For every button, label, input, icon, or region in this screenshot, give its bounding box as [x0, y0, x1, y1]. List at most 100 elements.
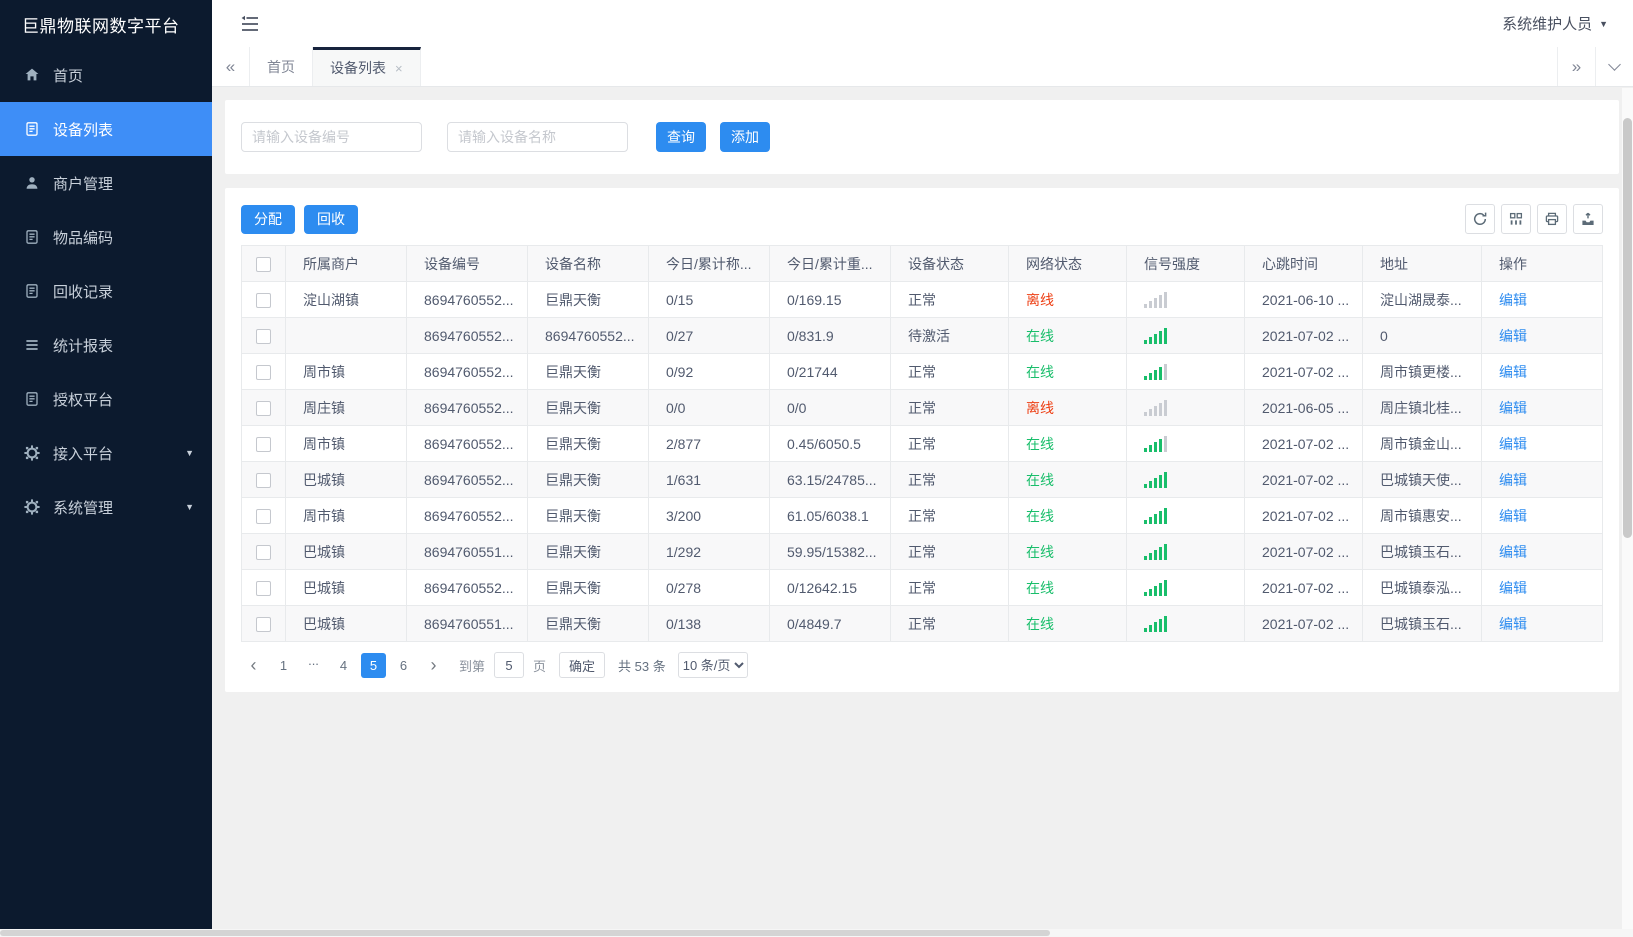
page-button-1[interactable]: 1 [271, 653, 296, 678]
prev-page-button[interactable]: ‹ [241, 653, 266, 678]
user-menu[interactable]: 系统维护人员 ▼ [1502, 13, 1608, 34]
query-button[interactable]: 查询 [656, 122, 706, 152]
doc-icon [23, 391, 40, 408]
column-header: 操作 [1481, 245, 1603, 282]
edit-link[interactable]: 编辑 [1499, 580, 1527, 596]
page-button-5[interactable]: 5 [361, 652, 386, 678]
page-button-4[interactable]: 4 [331, 653, 356, 678]
signal-bar [1164, 615, 1167, 632]
cell-heartbeat: 2021-06-10 ... [1244, 281, 1363, 318]
goto-page-input[interactable] [494, 652, 525, 678]
cell-today-weight: 0/0 [769, 389, 891, 426]
edit-link[interactable]: 编辑 [1499, 508, 1527, 524]
signal-bar [1149, 624, 1152, 632]
cell-device-no: 8694760551... [406, 533, 528, 570]
device-no-input[interactable] [241, 122, 422, 152]
sidebar-item-recycle-records[interactable]: 回收记录 [0, 264, 212, 318]
row-checkbox[interactable] [256, 328, 271, 344]
chevron-down-icon: ▼ [185, 448, 194, 458]
device-name-input[interactable] [447, 122, 628, 152]
recycle-button[interactable]: 回收 [304, 204, 358, 234]
signal-bar [1164, 363, 1167, 380]
page-content: 查询 添加 分配 回收 所属商户设备编号设备名称今日/累计称...今日/累计重.… [212, 87, 1633, 937]
cell-address: 周市镇惠安... [1362, 497, 1482, 534]
tabs-scroll-right-button[interactable]: » [1557, 47, 1595, 86]
tabs-scroll-left-button[interactable]: « [212, 47, 250, 86]
row-checkbox-cell [241, 425, 286, 462]
cell-today-count: 1/292 [648, 533, 770, 570]
export-icon [1580, 211, 1596, 227]
cell-today-count: 0/278 [648, 569, 770, 606]
row-checkbox[interactable] [256, 292, 271, 308]
edit-link[interactable]: 编辑 [1499, 400, 1527, 416]
sidebar-item-auth-platform[interactable]: 授权平台 [0, 372, 212, 426]
assign-button[interactable]: 分配 [241, 204, 295, 234]
vertical-scrollbar[interactable] [1622, 88, 1633, 929]
edit-link[interactable]: 编辑 [1499, 472, 1527, 488]
sidebar-item-label: 商户管理 [53, 175, 114, 193]
row-checkbox[interactable] [256, 580, 271, 596]
columns-button[interactable] [1501, 204, 1531, 234]
edit-link[interactable]: 编辑 [1499, 364, 1527, 380]
refresh-icon [1472, 211, 1488, 227]
sidebar-item-system[interactable]: 系统管理 ▼ [0, 480, 212, 534]
row-checkbox[interactable] [256, 400, 271, 416]
user-name: 系统维护人员 [1502, 16, 1593, 33]
page-button-6[interactable]: 6 [391, 653, 416, 678]
tabs-menu-button[interactable] [1595, 47, 1633, 86]
horizontal-scrollbar-thumb[interactable] [0, 930, 1050, 936]
select-all-checkbox[interactable] [256, 256, 271, 272]
tab-devices[interactable]: 设备列表 × [313, 47, 421, 86]
confirm-button[interactable]: 确定 [559, 652, 606, 678]
cell-today-weight: 0/169.15 [769, 281, 891, 318]
cell-device-no: 8694760552... [406, 389, 528, 426]
cell-today-count: 0/0 [648, 389, 770, 426]
cell-merchant: 周市镇 [285, 497, 407, 534]
cell-signal [1126, 533, 1245, 570]
print-button[interactable] [1537, 204, 1567, 234]
refresh-button[interactable] [1465, 204, 1495, 234]
tab-home[interactable]: 首页 [250, 47, 313, 86]
cell-device-no: 8694760552... [406, 317, 528, 354]
sidebar-item-item-code[interactable]: 物品编码 [0, 210, 212, 264]
cell-action: 编辑 [1481, 569, 1603, 606]
close-icon[interactable]: × [395, 61, 403, 76]
table-row: 周庄镇 8694760552... 巨鼎天衡 0/0 0/0 正常 离线 2021-06-05… [241, 389, 1603, 426]
signal-strength-icon [1144, 579, 1240, 596]
table-body: 淀山湖镇 8694760552... 巨鼎天衡 0/15 0/169.15 正常 离线 202… [241, 281, 1603, 642]
row-checkbox[interactable] [256, 436, 271, 452]
row-checkbox[interactable] [256, 544, 271, 560]
edit-link[interactable]: 编辑 [1499, 328, 1527, 344]
table-row: 巴城镇 8694760552... 巨鼎天衡 0/278 0/12642.15 正常 在线 2… [241, 569, 1603, 606]
sidebar-item-devices[interactable]: 设备列表 [0, 102, 212, 156]
sidebar-item-home[interactable]: 首页 [0, 48, 212, 102]
sidebar-item-reports[interactable]: 统计报表 [0, 318, 212, 372]
sidebar-item-access-platform[interactable]: 接入平台 ▼ [0, 426, 212, 480]
cell-today-weight: 61.05/6038.1 [769, 497, 891, 534]
caret-down-icon: ▼ [1599, 18, 1608, 29]
page-size-select[interactable]: 10 条/页 [677, 652, 748, 678]
row-checkbox[interactable] [256, 472, 271, 488]
vertical-scrollbar-thumb[interactable] [1623, 118, 1632, 538]
export-button[interactable] [1573, 204, 1603, 234]
add-button[interactable]: 添加 [720, 122, 770, 152]
edit-link[interactable]: 编辑 [1499, 616, 1527, 632]
next-page-button[interactable]: › [421, 653, 446, 678]
column-header: 设备名称 [527, 245, 649, 282]
row-checkbox[interactable] [256, 364, 271, 380]
signal-bar [1154, 513, 1157, 524]
cell-device-name: 巨鼎天衡 [527, 425, 649, 462]
sidebar-item-merchants[interactable]: 商户管理 [0, 156, 212, 210]
row-checkbox[interactable] [256, 508, 271, 524]
edit-link[interactable]: 编辑 [1499, 292, 1527, 308]
tabs-container: 首页 设备列表 × [250, 47, 421, 86]
signal-bar [1149, 444, 1152, 452]
cell-action: 编辑 [1481, 605, 1603, 642]
page-buttons: 1... 4 5 6 [271, 652, 421, 678]
horizontal-scrollbar[interactable] [0, 929, 1633, 937]
edit-link[interactable]: 编辑 [1499, 436, 1527, 452]
cell-action: 编辑 [1481, 353, 1603, 390]
edit-link[interactable]: 编辑 [1499, 544, 1527, 560]
row-checkbox[interactable] [256, 616, 271, 632]
menu-collapse-icon[interactable] [240, 15, 260, 33]
